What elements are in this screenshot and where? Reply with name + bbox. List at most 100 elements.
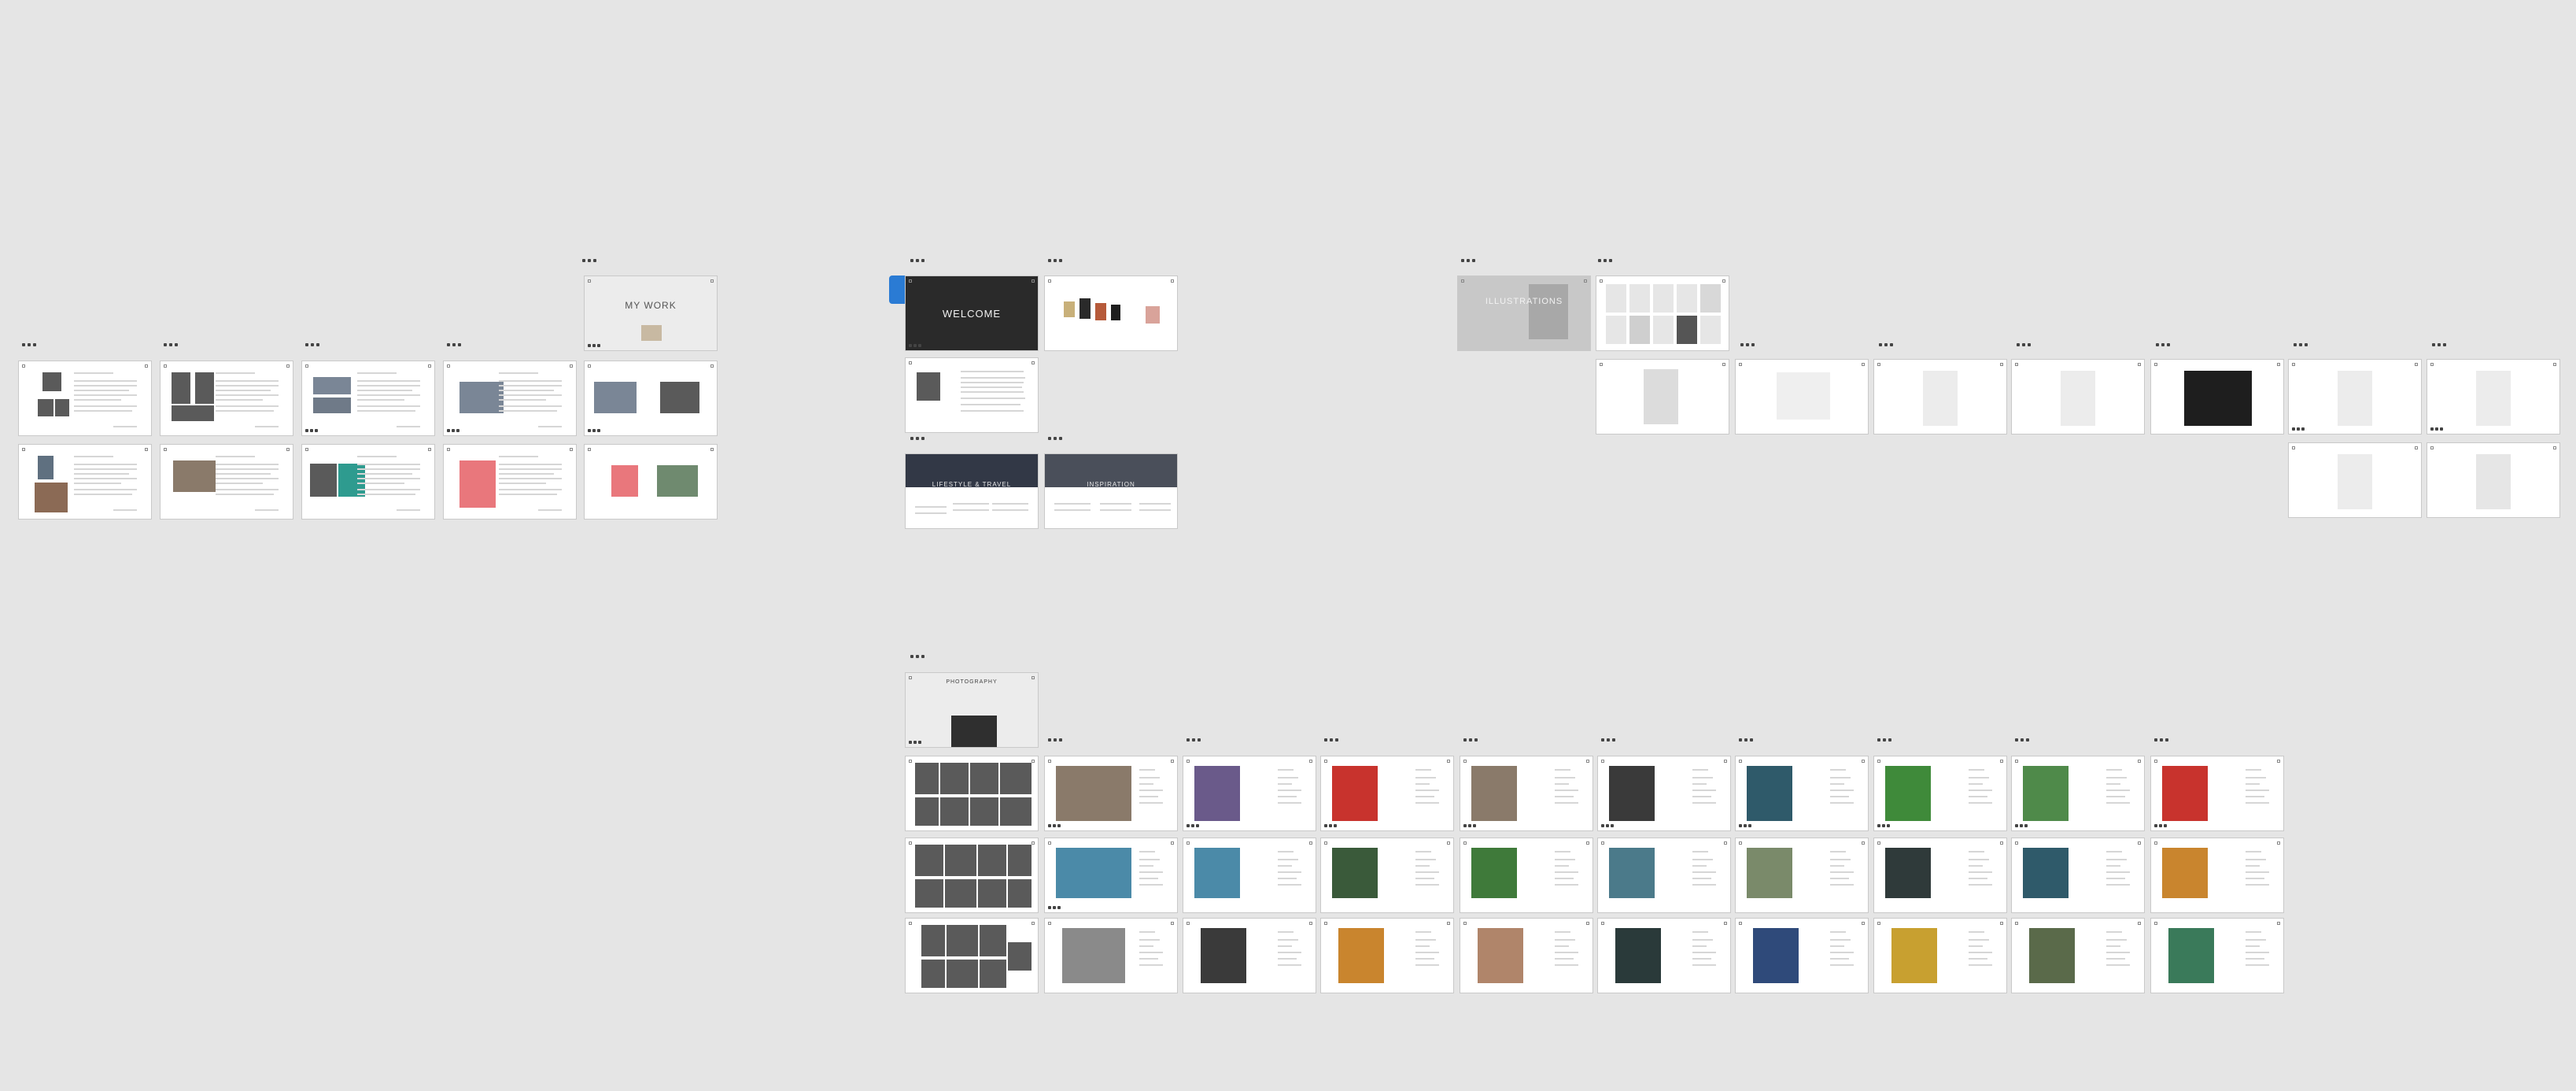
slide-thumbnail[interactable] (1873, 359, 2007, 435)
slide-thumbnail[interactable] (2150, 756, 2284, 831)
slide-menu-dots[interactable] (1463, 738, 1481, 745)
slide-menu-dots[interactable] (2294, 343, 2311, 349)
dot (164, 343, 167, 346)
slide-thumbnail[interactable] (301, 444, 435, 520)
slide-thumbnail[interactable] (160, 444, 293, 520)
slide-thumbnail[interactable] (1597, 918, 1731, 993)
slide-photo (38, 399, 54, 416)
slide-menu-dots[interactable] (2154, 738, 2172, 745)
slide-thumbnail[interactable] (1320, 756, 1454, 831)
slide-menu-dots[interactable] (1739, 738, 1756, 745)
slide-thumbnail[interactable] (1183, 838, 1316, 913)
slide-thumbnail[interactable] (905, 357, 1039, 433)
slide-thumbnail[interactable] (1597, 838, 1731, 913)
slide-thumbnail[interactable] (905, 756, 1039, 831)
slide-thumbnail[interactable] (905, 918, 1039, 993)
slide-thumbnail[interactable] (1320, 918, 1454, 993)
slide-thumbnail[interactable] (301, 361, 435, 436)
slide-menu-dots[interactable] (1324, 738, 1342, 745)
slide-lifestyle[interactable]: LIFESTYLE & TRAVEL (905, 453, 1039, 529)
slide-menu-dots[interactable] (1740, 343, 1758, 349)
slide-tags[interactable] (1044, 276, 1178, 351)
slide-menu-dots[interactable] (1598, 259, 1615, 265)
text-line (1415, 931, 1431, 933)
slide-menu-dots[interactable] (582, 259, 600, 265)
slide-thumbnail[interactable] (2150, 359, 2284, 435)
slide-menu-dots[interactable] (1461, 259, 1478, 265)
slide-thumbnail[interactable] (905, 838, 1039, 913)
slide-thumbnail[interactable] (584, 444, 718, 520)
slide-thumbnail[interactable] (584, 361, 718, 436)
slide-thumbnail[interactable] (1735, 918, 1869, 993)
slide-thumbnail[interactable] (1597, 756, 1731, 831)
slide-menu-dots[interactable] (1048, 437, 1065, 443)
corner-mark (1724, 841, 1727, 845)
slide-menu-dots[interactable] (1877, 738, 1895, 745)
slide-photo (1471, 766, 1517, 821)
slide-thumbnail[interactable] (1183, 918, 1316, 993)
slide-menu-dots[interactable] (1048, 738, 1065, 745)
slide-menu-dots[interactable] (164, 343, 181, 349)
slide-thumbnail[interactable] (443, 361, 577, 436)
slide-thumbnail[interactable] (2150, 918, 2284, 993)
slide-photo (2162, 848, 2208, 898)
slide-thumbnail[interactable] (2150, 838, 2284, 913)
slide-menu-dots[interactable] (2017, 343, 2034, 349)
slide-title: ILLUSTRATIONS (1485, 297, 1563, 306)
slide-menu-dots[interactable] (2015, 738, 2032, 745)
slide-menu-dots[interactable] (22, 343, 39, 349)
slide-thumbnail[interactable] (1044, 756, 1178, 831)
slide-thumbnail[interactable] (1460, 756, 1593, 831)
slide-thumbnail[interactable] (1735, 359, 1869, 435)
slide-menu-dots[interactable] (2156, 343, 2173, 349)
slide-thumbnail[interactable] (2011, 838, 2145, 913)
slide-thumbnail[interactable] (160, 361, 293, 436)
slide-thumbnail[interactable] (2427, 442, 2560, 518)
slide-thumbnail[interactable] (2288, 359, 2422, 435)
slide-thumbnail[interactable] (2427, 359, 2560, 435)
slide-thumbnail[interactable] (18, 361, 152, 436)
slide-thumbnail[interactable] (1735, 838, 1869, 913)
slide-menu-dots[interactable] (305, 343, 323, 349)
slide-photography-cover[interactable]: PHOTOGRAPHY (905, 672, 1039, 748)
dot (33, 343, 36, 346)
slide-thumbnail[interactable] (443, 444, 577, 520)
slide-thumbnail[interactable] (1873, 918, 2007, 993)
slide-my-work-cover[interactable]: MY WORK (584, 276, 718, 351)
slide-photo (951, 716, 997, 747)
slide-thumbnail[interactable] (2288, 442, 2422, 518)
text-line (961, 386, 1022, 388)
slide-menu-dots[interactable] (910, 655, 928, 661)
slide-thumbnail[interactable] (1320, 838, 1454, 913)
slide-thumbnail[interactable] (1044, 918, 1178, 993)
text-line (1969, 783, 1983, 785)
slide-menu-dots[interactable] (1601, 738, 1618, 745)
slide-menu-dots[interactable] (1048, 259, 1065, 265)
slide-welcome-cover[interactable]: WELCOME (905, 276, 1039, 351)
slide-thumbnail[interactable] (1460, 838, 1593, 913)
slide-thumbnail[interactable] (1183, 756, 1316, 831)
slide-thumbnail[interactable] (2011, 918, 2145, 993)
slide-nav-dot (1611, 824, 1614, 827)
slide-thumbnail[interactable] (1460, 918, 1593, 993)
text-line (1969, 865, 1983, 867)
slide-thumbnail[interactable] (1873, 756, 2007, 831)
slide-menu-dots[interactable] (447, 343, 464, 349)
slide-illustrations-cover[interactable]: ILLUSTRATIONS (1457, 276, 1591, 351)
slide-thumbnail[interactable] (1044, 838, 1178, 913)
slide-thumbnail[interactable] (2011, 756, 2145, 831)
slide-menu-dots[interactable] (2432, 343, 2449, 349)
corner-mark (1877, 760, 1880, 763)
slide-inspiration[interactable]: INSPIRATION (1044, 453, 1178, 529)
slide-menu-dots[interactable] (910, 437, 928, 443)
slide-thumbnail[interactable] (1596, 359, 1729, 435)
corner-mark (1187, 841, 1190, 845)
slide-thumbnail[interactable] (1873, 838, 2007, 913)
slide-thumbnail[interactable] (1735, 756, 1869, 831)
slide-menu-dots[interactable] (1187, 738, 1204, 745)
slide-thumbnail[interactable] (1596, 276, 1729, 351)
slide-menu-dots[interactable] (910, 259, 928, 265)
slide-thumbnail[interactable] (18, 444, 152, 520)
slide-thumbnail[interactable] (2011, 359, 2145, 435)
slide-menu-dots[interactable] (1879, 343, 1896, 349)
